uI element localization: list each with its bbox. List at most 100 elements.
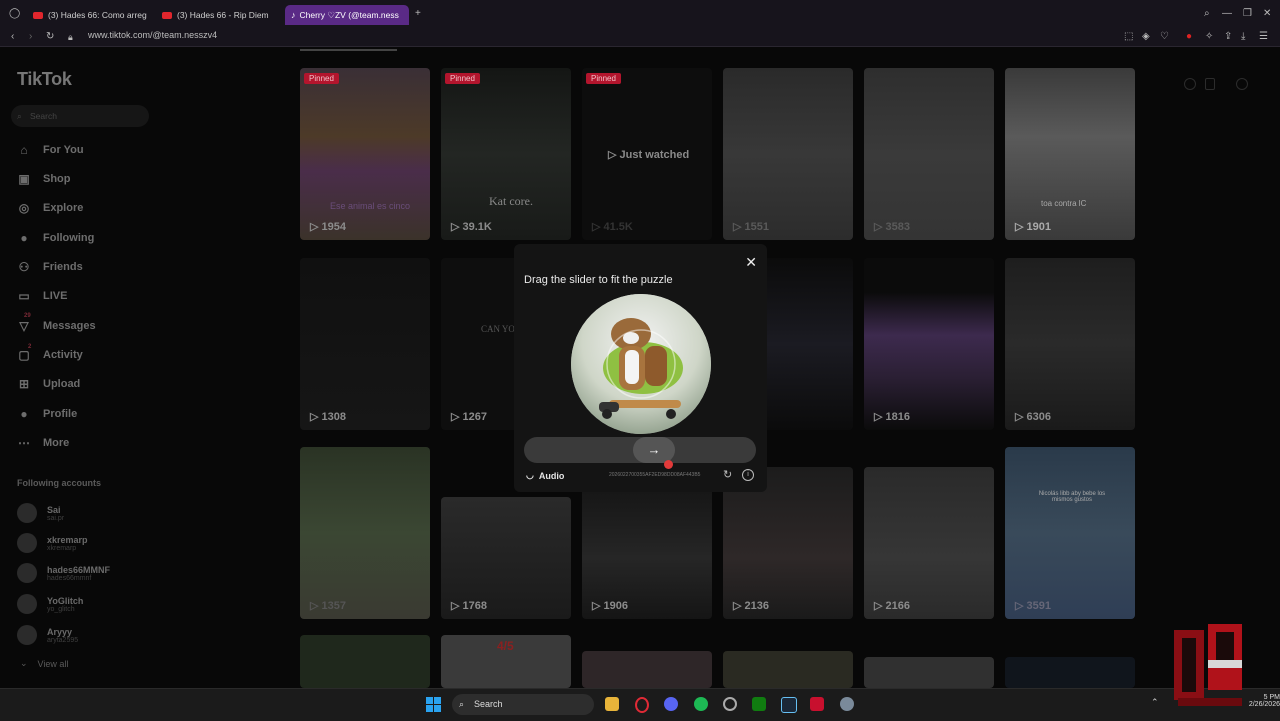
- nav-more[interactable]: ⋯ More: [16, 436, 69, 450]
- view-all-label: View all: [37, 658, 69, 669]
- tab-youtube-1[interactable]: (3) Hades 66: Como arreg: [33, 5, 151, 25]
- nav-profile[interactable]: ● Profile: [16, 407, 77, 421]
- url-field[interactable]: www.tiktok.com/@team.nesszv4: [88, 30, 217, 40]
- nav-messages[interactable]: ▽ Messages 29: [16, 313, 95, 333]
- menu-icon[interactable]: ☰: [1259, 31, 1268, 43]
- slider-track[interactable]: →: [524, 437, 756, 463]
- video-tile[interactable]: Nicolás libb aby bebe los mismos gustos …: [1005, 447, 1135, 619]
- app-icon[interactable]: [810, 697, 824, 711]
- avatar: [17, 503, 37, 523]
- windows-start-icon[interactable]: [426, 697, 441, 712]
- shield-icon[interactable]: ◈: [1142, 31, 1150, 43]
- view-count: ▷ 1816: [874, 411, 910, 423]
- video-tile[interactable]: ▷ 1357: [300, 447, 430, 619]
- screenshot-icon[interactable]: ⬚: [1124, 31, 1133, 43]
- view-count: ▷ 39.1K: [451, 221, 492, 233]
- video-tile[interactable]: ▷ 3583: [864, 68, 994, 240]
- share-icon[interactable]: ⇪: [1224, 31, 1232, 43]
- video-tile[interactable]: [864, 657, 994, 688]
- refresh-icon[interactable]: ↻: [723, 468, 732, 481]
- tiktok-icon: ♪: [291, 10, 296, 20]
- discord-icon[interactable]: [664, 697, 678, 711]
- opera-logo-icon[interactable]: ◯: [9, 8, 20, 20]
- account-item[interactable]: Aryyy aryta2595: [17, 625, 78, 645]
- video-tile[interactable]: Pinned Ese animal es cinco ▷ 1954: [300, 68, 430, 240]
- nav-shop[interactable]: ▣ Shop: [16, 172, 70, 186]
- opera-icon[interactable]: [635, 697, 649, 713]
- nav-upload[interactable]: ⊞ Upload: [16, 377, 80, 391]
- video-tile[interactable]: ▷ 1551: [723, 68, 853, 240]
- headphones-icon: ◡: [526, 470, 534, 480]
- clock-date: 2/26/2026: [1248, 701, 1280, 708]
- vpn-icon[interactable]: ●: [1186, 31, 1192, 43]
- minimize-icon[interactable]: —: [1222, 8, 1232, 20]
- video-tile[interactable]: [723, 651, 853, 688]
- view-count: ▷ 6306: [1015, 411, 1051, 423]
- view-count: ▷ 1768: [451, 600, 487, 612]
- file-explorer-icon[interactable]: [605, 697, 619, 711]
- video-tile[interactable]: toa contra lC ▷ 1901: [1005, 68, 1135, 240]
- nav-for-you[interactable]: ⌂ For You: [16, 143, 83, 157]
- chevron-up-icon[interactable]: ⌃: [1151, 697, 1159, 708]
- nav-friends[interactable]: ⚇ Friends: [16, 260, 83, 274]
- account-item[interactable]: hades66MMNF hades66mmnf: [17, 563, 110, 583]
- nav-live[interactable]: ▭ LIVE: [16, 289, 67, 303]
- taskbar-search[interactable]: ⌕ Search: [452, 694, 594, 715]
- nav-following[interactable]: ● Following: [16, 231, 94, 245]
- device-icon[interactable]: [1205, 78, 1215, 90]
- info-icon[interactable]: i: [742, 469, 754, 481]
- view-count: ▷ 1267: [451, 411, 487, 423]
- account-item[interactable]: xkremarp xkremarp: [17, 533, 88, 553]
- video-tile[interactable]: ▷ 1816: [864, 258, 994, 430]
- video-tile[interactable]: 4/5: [441, 635, 571, 688]
- avatar[interactable]: [1236, 78, 1248, 90]
- lock-icon: 🔒︎: [68, 32, 73, 42]
- video-tile[interactable]: ▷ 2166: [864, 467, 994, 619]
- reload-icon[interactable]: ↻: [46, 31, 54, 43]
- view-count: ▷ 2166: [874, 600, 910, 612]
- video-tile[interactable]: ▷ 1768: [441, 497, 571, 619]
- tab-youtube-2[interactable]: (3) Hades 66 - Rip Diem: [162, 5, 276, 25]
- extensions-icon[interactable]: ✧: [1205, 31, 1213, 43]
- video-overlay-text: Kat core.: [489, 194, 533, 208]
- account-item[interactable]: Sai sai.pr: [17, 503, 64, 523]
- messages-icon: ▽: [19, 319, 29, 333]
- dog-skateboard-image: [571, 294, 711, 434]
- windows-taskbar: ⌕ Search ⌃ 5 PM 2/26/2026: [0, 688, 1280, 721]
- video-tile[interactable]: [300, 635, 430, 688]
- tiktok-logo[interactable]: TikTok: [17, 69, 72, 90]
- close-icon[interactable]: ✕: [745, 254, 757, 271]
- nav-activity[interactable]: ▢ Activity 2: [16, 344, 82, 362]
- obs-icon[interactable]: [723, 697, 737, 711]
- download-icon[interactable]: ⤓: [1241, 31, 1245, 43]
- back-icon[interactable]: ‹: [11, 31, 14, 43]
- view-count: ▷ 1308: [310, 411, 346, 423]
- account-item[interactable]: YoGlitch yo_glitch: [17, 594, 83, 614]
- settings-gear-icon[interactable]: [840, 697, 854, 711]
- nav-label: Explore: [43, 202, 84, 214]
- video-tile[interactable]: [1005, 657, 1135, 688]
- nav-explore[interactable]: ◎ Explore: [16, 201, 84, 215]
- taskbar-clock[interactable]: 5 PM 2/26/2026: [1249, 694, 1280, 708]
- search-icon[interactable]: ⌕: [1204, 8, 1210, 20]
- search-input[interactable]: ⌕ Search: [11, 105, 149, 127]
- forward-icon[interactable]: ›: [29, 31, 32, 43]
- view-all-link[interactable]: ⌄ View all: [20, 658, 68, 669]
- tab-tiktok-active[interactable]: ♪ Cherry ♡ZV (@team.ness: [285, 5, 409, 25]
- account-name: xkremarp: [47, 534, 88, 545]
- spotify-icon[interactable]: [694, 697, 708, 711]
- video-tile[interactable]: ▷ 1308: [300, 258, 430, 430]
- live-icon: ▭: [18, 289, 30, 303]
- video-tile[interactable]: ▷ 6306: [1005, 258, 1135, 430]
- heart-icon[interactable]: ♡: [1160, 31, 1169, 43]
- xbox-icon[interactable]: [752, 697, 766, 711]
- settings-icon[interactable]: [1184, 78, 1196, 90]
- video-tile[interactable]: Pinned Kat core. ▷ 39.1K: [441, 68, 571, 240]
- video-tile[interactable]: Pinned ▷ Just watched ▷ 41.5K: [582, 68, 712, 240]
- new-tab-icon[interactable]: +: [415, 8, 421, 20]
- steam-icon[interactable]: [781, 697, 797, 713]
- video-tile[interactable]: [582, 651, 712, 688]
- audio-button[interactable]: ◡ Audio: [526, 470, 564, 481]
- close-window-icon[interactable]: ✕: [1263, 8, 1271, 20]
- restore-icon[interactable]: ❐: [1243, 8, 1252, 20]
